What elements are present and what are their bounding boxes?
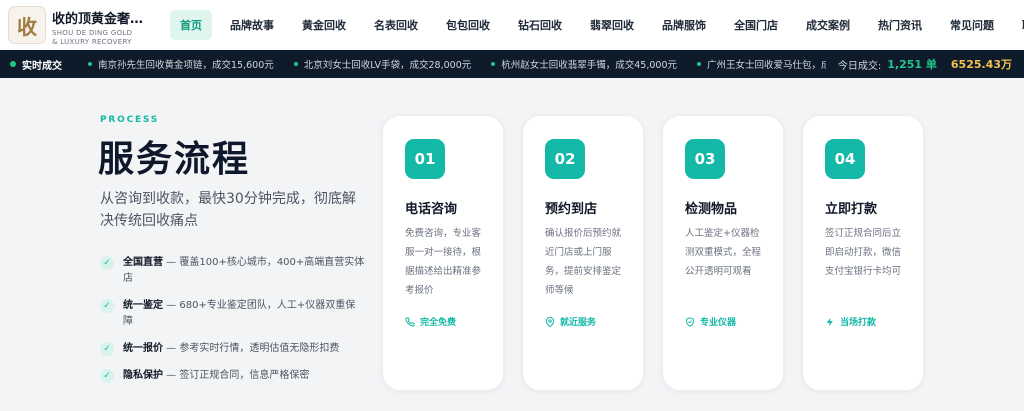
section-title: 服务流程 — [98, 139, 251, 180]
nav-item-4[interactable]: 包包回收 — [436, 10, 500, 40]
feature-text: 统一报价 — 参考实时行情，透明估值无隐形扣费 — [123, 341, 339, 357]
feature-title: 隐私保护 — [123, 370, 163, 381]
feature-title: 统一报价 — [123, 343, 163, 354]
location-pin-icon — [545, 316, 560, 327]
feature-text: 隐私保护 — 签订正规合同，信息严格保密 — [123, 368, 309, 384]
ticker-item: 广州王女士回收爱马仕包，成交68,000元 — [697, 57, 840, 71]
nav-item-9[interactable]: 成交案例 — [796, 10, 860, 40]
step-tag: 专业仪器 — [685, 315, 736, 328]
nav-item-3[interactable]: 名表回收 — [364, 10, 428, 40]
nav-item-0[interactable]: 首页 — [170, 10, 212, 40]
step-tag-text: 当场打款 — [840, 318, 877, 328]
feature-item: ✓ 统一报价 — 参考实时行情，透明估值无隐形扣费 — [100, 341, 365, 357]
step-title: 电话咨询 — [405, 202, 458, 217]
step-number: 01 — [405, 139, 445, 179]
nav-item-6[interactable]: 翡翠回收 — [580, 10, 644, 40]
shield-icon — [685, 316, 700, 327]
bullet-icon — [88, 62, 92, 66]
top-navbar: 收 收的顶黄金奢… SHOU DE DING GOLD & LUXURY REC… — [0, 0, 1024, 50]
step-card-2[interactable]: 02 预约到店确认报价后预约就近门店或上门服务，提前安排鉴定师等候就近服务 — [522, 115, 644, 391]
step-tag: 就近服务 — [545, 315, 596, 328]
ticker-label-text: 实时成交 — [22, 60, 62, 72]
feature-list: ✓ 全国直营 — 覆盖100+核心城市，400+高端直营实体店 ✓ 统一鉴定 — 68… — [100, 255, 365, 395]
bullet-icon — [293, 62, 298, 66]
step-tag: 完全免费 — [405, 315, 456, 328]
feature-desc: — 签订正规合同，信息严格保密 — [163, 370, 310, 381]
stats-amount: 6525.43万 — [950, 58, 1012, 71]
brand-sub-line1: SHOU DE DING GOLD — [52, 29, 133, 37]
brand-block[interactable]: 收的顶黄金奢… SHOU DE DING GOLD & LUXURY RECOV… — [52, 8, 144, 47]
feature-item: ✓ 隐私保护 — 签订正规合同，信息严格保密 — [100, 368, 365, 384]
feature-desc: — 参考实时行情，透明估值无隐形扣费 — [163, 343, 340, 354]
feature-item: ✓ 统一鉴定 — 680+专业鉴定团队，人工+仪器双重保障 — [100, 298, 365, 330]
bolt-icon — [825, 317, 840, 327]
today-stats: 今日成交: 1,251 单 6525.43万 — [825, 50, 1012, 78]
step-title: 立即打款 — [825, 202, 878, 217]
bullet-icon — [697, 62, 701, 66]
feature-text: 全国直营 — 覆盖100+核心城市，400+高端直营实体店 — [123, 255, 365, 287]
step-card-3[interactable]: 03 检测物品人工鉴定+仪器检测双重模式，全程公开透明可观看专业仪器 — [662, 115, 784, 391]
stats-count: 1,251 单 — [887, 58, 937, 71]
ticker-item: 北京刘女士回收LV手袋，成交28,000元 — [293, 57, 472, 71]
ticker-item-text: 南京孙先生回收黄金项链，成交15,600元 — [98, 60, 274, 71]
nav-item-7[interactable]: 品牌服饰 — [652, 10, 716, 40]
step-number: 02 — [545, 139, 585, 179]
step-tag-text: 完全免费 — [420, 318, 457, 328]
step-desc: 签订正规合同后立即启动打款，微信支付宝银行卡均可 — [825, 228, 902, 277]
nav-item-1[interactable]: 品牌故事 — [220, 10, 284, 40]
ticker-item-text: 杭州赵女士回收翡翠手镯，成交45,000元 — [501, 60, 677, 71]
ticker-item: 杭州赵女士回收翡翠手镯，成交45,000元 — [491, 57, 677, 71]
brand-name: 收的顶黄金奢… — [52, 12, 144, 27]
feature-title: 全国直营 — [123, 257, 163, 268]
step-number: 03 — [685, 139, 725, 179]
step-tag-text: 就近服务 — [560, 318, 597, 328]
step-desc: 人工鉴定+仪器检测双重模式，全程公开透明可观看 — [685, 228, 762, 277]
check-icon: ✓ — [100, 342, 114, 356]
check-icon: ✓ — [100, 369, 114, 383]
main-menu: 首页 品牌故事 黄金回收 名表回收 包包回收 钻石回收 翡翠回收 品牌服饰 全国门店 成交案例 热门… — [170, 10, 1024, 40]
ticker-label: 实时成交 — [10, 50, 62, 78]
live-dot-icon — [10, 61, 16, 67]
step-title: 检测物品 — [685, 202, 738, 217]
check-icon: ✓ — [100, 299, 114, 313]
step-desc: 免费咨询，专业客服一对一接待，根据描述给出精准参考报价 — [405, 228, 482, 296]
live-deals-ticker: 实时成交 南京孙先生回收黄金项链，成交15,600元 北京刘女士回收LV手袋，成交… — [0, 50, 1024, 78]
step-desc: 确认报价后预约就近门店或上门服务，提前安排鉴定师等候 — [545, 228, 622, 296]
step-tag-text: 专业仪器 — [700, 318, 737, 328]
feature-title: 统一鉴定 — [123, 300, 163, 311]
nav-item-8[interactable]: 全国门店 — [724, 10, 788, 40]
nav-item-10[interactable]: 热门资讯 — [868, 10, 932, 40]
step-tag: 当场打款 — [825, 315, 876, 328]
step-title: 预约到店 — [545, 202, 598, 217]
ticker-track: 南京孙先生回收黄金项链，成交15,600元 北京刘女士回收LV手袋，成交28,00… — [88, 50, 840, 78]
nav-item-12[interactable]: 联系我们 — [1012, 10, 1024, 40]
step-card-4[interactable]: 04 立即打款签订正规合同后立即启动打款，微信支付宝银行卡均可当场打款 — [802, 115, 924, 391]
nav-item-11[interactable]: 常见问题 — [940, 10, 1004, 40]
step-number: 04 — [825, 139, 865, 179]
feature-item: ✓ 全国直营 — 覆盖100+核心城市，400+高端直营实体店 — [100, 255, 365, 287]
section-eyebrow: PROCESS — [100, 115, 160, 125]
brand-logo[interactable]: 收 — [8, 6, 46, 44]
ticker-item-text: 北京刘女士回收LV手袋，成交28,000元 — [303, 60, 472, 71]
feature-text: 统一鉴定 — 680+专业鉴定团队，人工+仪器双重保障 — [123, 298, 365, 330]
section-subtitle: 从咨询到收款，最快30分钟完成，彻底解决传统回收痛点 — [100, 191, 356, 229]
phone-icon — [405, 316, 420, 327]
check-icon: ✓ — [100, 256, 114, 270]
ticker-item-text: 广州王女士回收爱马仕包，成交68,000元 — [707, 60, 840, 71]
bullet-icon — [491, 62, 496, 66]
nav-item-5[interactable]: 钻石回收 — [508, 10, 572, 40]
ticker-item: 南京孙先生回收黄金项链，成交15,600元 — [88, 57, 274, 71]
stats-label: 今日成交: — [837, 60, 882, 72]
step-card-1[interactable]: 01 电话咨询免费咨询，专业客服一对一接待，根据描述给出精准参考报价完全免费 — [382, 115, 504, 391]
brand-sub-line2: & LUXURY RECOVERY — [52, 38, 132, 46]
nav-item-2[interactable]: 黄金回收 — [292, 10, 356, 40]
